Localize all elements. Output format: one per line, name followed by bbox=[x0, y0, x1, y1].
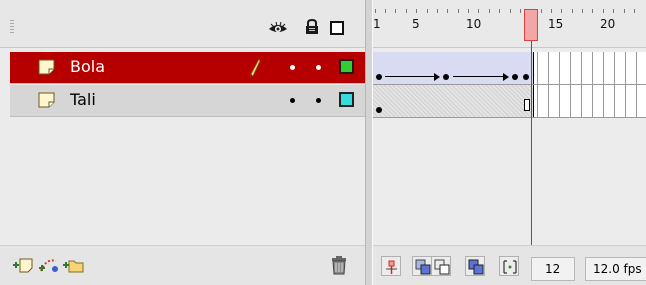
ruler-tick bbox=[572, 9, 573, 13]
static-frame-span[interactable] bbox=[373, 85, 534, 117]
ruler-tick bbox=[468, 9, 469, 13]
layer-name: Tali bbox=[70, 90, 96, 109]
onion-skin-button[interactable] bbox=[412, 256, 432, 276]
frame-row-tali[interactable] bbox=[373, 85, 646, 118]
layers-footer bbox=[0, 245, 365, 285]
ruler-tick bbox=[520, 9, 521, 13]
edit-multiple-icon bbox=[468, 259, 484, 275]
current-frame-field[interactable]: 12 bbox=[531, 257, 575, 281]
ruler-tick bbox=[406, 9, 407, 13]
add-layer-icon[interactable] bbox=[12, 256, 34, 274]
ruler-tick bbox=[613, 9, 614, 13]
ruler-tick bbox=[541, 9, 542, 13]
onion-markers-icon bbox=[503, 260, 517, 274]
lock-dot[interactable] bbox=[316, 98, 321, 103]
frame-row-bola[interactable] bbox=[373, 52, 646, 85]
end-frame-marker[interactable] bbox=[524, 99, 530, 111]
ruler-tick bbox=[395, 9, 396, 13]
ruler-tick bbox=[375, 9, 376, 13]
tween-arrow-head bbox=[434, 73, 440, 81]
ruler-tick bbox=[592, 9, 593, 13]
outline-color-swatch[interactable] bbox=[339, 92, 354, 107]
ruler-tick bbox=[603, 9, 604, 13]
keyframe[interactable] bbox=[523, 74, 529, 80]
tween-arrow bbox=[453, 76, 506, 77]
ruler-tick bbox=[551, 9, 552, 13]
keyframe[interactable] bbox=[443, 74, 449, 80]
modify-onion-markers-button[interactable] bbox=[499, 256, 519, 276]
timeline-panel: 1 5 10 15 20 12 12.0 fps bbox=[373, 0, 646, 285]
ruler-tick bbox=[634, 9, 635, 13]
trash-icon[interactable] bbox=[331, 255, 347, 275]
ruler-label: 1 bbox=[373, 17, 381, 31]
keyframe[interactable] bbox=[376, 107, 382, 113]
timeline-empty-area bbox=[373, 122, 646, 245]
frames-grid bbox=[373, 48, 646, 122]
visibility-dot[interactable] bbox=[290, 65, 295, 70]
outline-color-swatch[interactable] bbox=[339, 59, 354, 74]
onion-outline-icon bbox=[434, 259, 450, 275]
eye-icon[interactable] bbox=[268, 21, 288, 35]
ruler-tick bbox=[510, 9, 511, 13]
center-frame-icon bbox=[386, 260, 397, 274]
timeline-footer: 12 12.0 fps bbox=[373, 245, 646, 285]
ruler-tick bbox=[561, 9, 562, 13]
layer-icon bbox=[38, 59, 55, 75]
ruler-label: 15 bbox=[548, 17, 564, 31]
layer-name: Bola bbox=[70, 57, 106, 76]
ruler-tick bbox=[624, 9, 625, 13]
panel-divider[interactable] bbox=[365, 0, 373, 285]
layer-row-bola[interactable]: Bola bbox=[10, 52, 365, 84]
add-folder-icon[interactable] bbox=[62, 256, 84, 274]
add-motion-guide-icon[interactable] bbox=[38, 256, 60, 274]
flash-timeline-window: Bola Tali 1 5 10 15 20 12 12.0 fps bbox=[0, 0, 646, 285]
ruler-label: 20 bbox=[600, 17, 616, 31]
lock-dot[interactable] bbox=[316, 65, 321, 70]
ruler-tick bbox=[458, 9, 459, 13]
ruler-tick bbox=[385, 9, 386, 13]
pencil-icon bbox=[250, 58, 261, 78]
playhead-line bbox=[531, 41, 532, 249]
layer-row-tali[interactable]: Tali bbox=[10, 85, 365, 117]
onion-skin-icon bbox=[415, 259, 431, 275]
onion-skin-outlines-button[interactable] bbox=[431, 256, 451, 276]
ruler-tick bbox=[447, 9, 448, 13]
visibility-dot[interactable] bbox=[290, 98, 295, 103]
frame-rate-field[interactable]: 12.0 fps bbox=[585, 257, 646, 281]
lock-icon[interactable] bbox=[305, 19, 319, 35]
layers-header bbox=[0, 0, 365, 48]
playhead[interactable] bbox=[524, 9, 538, 41]
tween-arrow bbox=[385, 76, 437, 77]
ruler-tick bbox=[499, 9, 500, 13]
motion-tween-span[interactable] bbox=[373, 52, 534, 84]
layer-icon bbox=[38, 92, 55, 108]
ruler-label: 10 bbox=[466, 17, 482, 31]
ruler-tick bbox=[416, 9, 417, 13]
ruler-tick bbox=[582, 9, 583, 13]
ruler-tick bbox=[478, 9, 479, 13]
tween-arrow-head bbox=[503, 73, 509, 81]
frame-ruler[interactable]: 1 5 10 15 20 bbox=[373, 0, 646, 48]
ruler-label: 5 bbox=[412, 17, 420, 31]
ruler-tick bbox=[437, 9, 438, 13]
ruler-tick bbox=[489, 9, 490, 13]
layers-panel: Bola Tali bbox=[0, 0, 365, 285]
ruler-tick bbox=[427, 9, 428, 13]
center-frame-button[interactable] bbox=[381, 256, 401, 276]
keyframe[interactable] bbox=[376, 74, 382, 80]
outline-icon[interactable] bbox=[330, 21, 344, 35]
keyframe[interactable] bbox=[512, 74, 518, 80]
edit-multiple-frames-button[interactable] bbox=[465, 256, 485, 276]
grip-handle[interactable] bbox=[10, 20, 14, 34]
